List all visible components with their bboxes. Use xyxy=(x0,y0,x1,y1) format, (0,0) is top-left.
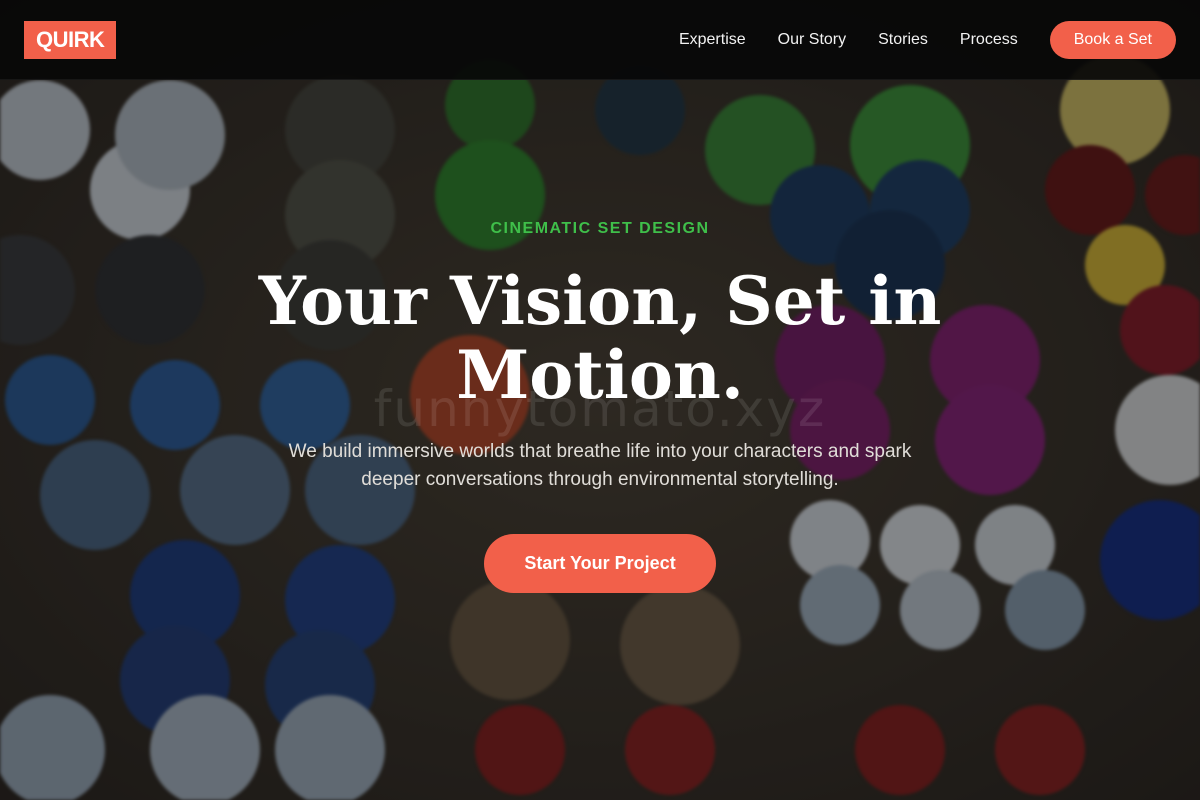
nav-link-expertise[interactable]: Expertise xyxy=(679,31,746,49)
top-navbar: QUIRK Expertise Our Story Stories Proces… xyxy=(0,0,1200,80)
start-project-button[interactable]: Start Your Project xyxy=(484,534,716,593)
nav-link-stories[interactable]: Stories xyxy=(878,31,928,49)
hero-eyebrow: CINEMATIC SET DESIGN xyxy=(490,220,710,237)
brand-logo[interactable]: QUIRK xyxy=(24,20,117,59)
book-a-set-button[interactable]: Book a Set xyxy=(1049,20,1176,59)
nav-link-our-story[interactable]: Our Story xyxy=(778,31,846,49)
hero-section: CINEMATIC SET DESIGN Your Vision, Set in… xyxy=(0,220,1200,593)
primary-nav: Expertise Our Story Stories Process Book… xyxy=(647,20,1176,59)
hero-headline: Your Vision, Set in Motion. xyxy=(258,262,942,414)
hero-subtext: We build immersive worlds that breathe l… xyxy=(288,441,912,490)
nav-link-process[interactable]: Process xyxy=(960,31,1018,49)
